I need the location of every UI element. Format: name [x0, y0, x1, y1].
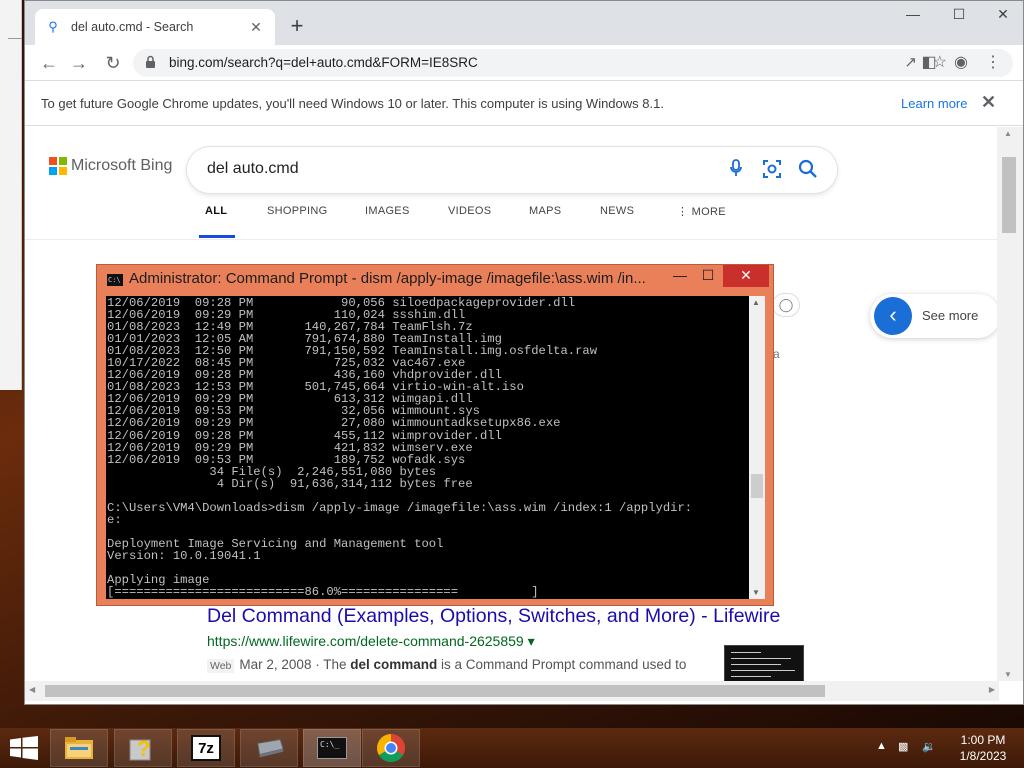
background-window[interactable]	[0, 0, 22, 390]
tab-shopping[interactable]: SHOPPING	[267, 205, 327, 217]
infobar-message: To get future Google Chrome updates, you…	[41, 96, 664, 111]
cmd-scroll-thumb[interactable]	[751, 474, 763, 498]
taskbar-clock[interactable]: 1:00 PM 1/8/2023	[948, 732, 1018, 764]
tab-maps[interactable]: MAPS	[529, 205, 561, 217]
cmd-title-text: Administrator: Command Prompt - dism /ap…	[129, 270, 646, 287]
search-submit-icon[interactable]	[797, 159, 819, 181]
minimize-button[interactable]: —	[891, 1, 935, 29]
page-horizontal-scrollbar[interactable]: ◀ ▶	[25, 681, 999, 701]
side-panel-icon[interactable]: ◧	[915, 49, 943, 77]
lightbulb-icon[interactable]: ◯	[772, 293, 800, 317]
console-output[interactable]: 12/06/2019 09:28 PM 90,056 siloedpackage…	[106, 296, 749, 599]
result-thumbnail[interactable]	[724, 645, 804, 681]
visual-search-icon[interactable]	[761, 159, 783, 181]
tab-title: del auto.cmd - Search	[71, 20, 194, 34]
active-tab-underline	[199, 235, 235, 238]
taskbar-file-explorer[interactable]	[50, 729, 108, 767]
folder-icon	[64, 734, 94, 762]
profile-avatar-icon[interactable]: ◉	[947, 49, 975, 77]
bing-logo[interactable]: Microsoft Bing	[49, 157, 172, 175]
tab-strip: ⚲ del auto.cmd - Search ✕ + — ☐ ✕	[25, 1, 1023, 45]
browser-toolbar: ← → ↻ bing.com/search?q=del+auto.cmd&FOR…	[25, 45, 1023, 81]
update-infobar: To get future Google Chrome updates, you…	[25, 82, 1023, 126]
address-bar[interactable]: bing.com/search?q=del+auto.cmd&FORM=IE8S…	[133, 49, 1013, 77]
start-button[interactable]	[10, 736, 38, 760]
tab-videos[interactable]: VIDEOS	[448, 205, 491, 217]
result-url[interactable]: https://www.lifewire.com/delete-command-…	[207, 633, 535, 650]
taskbar-chrome[interactable]	[362, 729, 420, 767]
side-panel-text: a	[773, 347, 780, 361]
web-badge: Web	[207, 659, 235, 673]
url-text[interactable]: bing.com/search?q=del+auto.cmd&FORM=IE8S…	[169, 55, 478, 70]
7zip-icon: 7z	[191, 735, 221, 761]
cmd-minimize-button[interactable]: —	[667, 265, 693, 287]
tab-all[interactable]: ALL	[205, 205, 227, 217]
bing-logo-text: Microsoft Bing	[71, 157, 173, 174]
result-title-link[interactable]: Del Command (Examples, Options, Switches…	[207, 605, 780, 628]
taskbar-command-prompt[interactable]: C:\_	[303, 729, 361, 767]
help-icon: ?	[128, 734, 158, 762]
command-prompt-window[interactable]: C:\ Administrator: Command Prompt - dism …	[96, 264, 774, 606]
cmd-scroll-up-icon[interactable]: ▲	[752, 298, 760, 307]
reload-icon[interactable]: ↻	[99, 49, 127, 77]
cmd-icon: C:\	[107, 274, 123, 286]
maximize-button[interactable]: ☐	[937, 1, 981, 29]
tab-images[interactable]: IMAGES	[365, 205, 410, 217]
tab-close-button[interactable]: ✕	[247, 19, 265, 36]
microsoft-logo-icon	[49, 157, 67, 175]
cmd-scrollbar[interactable]: ▲ ▼	[749, 296, 765, 599]
new-tab-button[interactable]: +	[283, 13, 311, 41]
taskbar: ? 7z C:\_ ▲ ▩ 🔉 1:00 PM 1/8/2023	[0, 728, 1024, 768]
chrome-icon	[376, 734, 406, 762]
cmd-taskbar-icon: C:\_	[317, 737, 347, 759]
chevron-left-icon: ‹	[874, 297, 912, 335]
volume-icon[interactable]: 🔉	[922, 740, 936, 753]
taskbar-7zip[interactable]: 7z	[177, 729, 235, 767]
infobar-close-icon[interactable]: ✕	[981, 92, 996, 113]
tray-chevron-icon[interactable]: ▲	[876, 740, 887, 752]
forward-icon[interactable]: →	[65, 49, 93, 77]
taskbar-drive[interactable]	[240, 729, 298, 767]
learn-more-link[interactable]: Learn more	[901, 96, 967, 111]
console-text: 12/06/2019 09:28 PM 90,056 siloedpackage…	[107, 296, 693, 599]
cmd-close-button[interactable]: ✕	[723, 265, 769, 287]
scroll-up-icon[interactable]: ▲	[1004, 129, 1012, 138]
tab-more[interactable]: ⋮ MORE	[677, 205, 726, 218]
see-more-button[interactable]: ‹ See more	[870, 294, 997, 338]
lock-icon	[145, 55, 157, 69]
page-vertical-scrollbar[interactable]: ▲ ▼	[997, 127, 1023, 681]
scroll-thumb[interactable]	[1002, 157, 1016, 233]
microphone-icon[interactable]	[725, 159, 747, 181]
search-input[interactable]: del auto.cmd	[207, 160, 299, 178]
svg-text:?: ?	[137, 736, 150, 761]
search-box[interactable]: del auto.cmd	[187, 147, 837, 193]
cmd-titlebar[interactable]: C:\ Administrator: Command Prompt - dism …	[107, 270, 667, 287]
network-icon[interactable]: ▩	[898, 740, 908, 753]
back-icon[interactable]: ←	[35, 49, 63, 77]
clock-time: 1:00 PM	[960, 733, 1006, 747]
hscroll-thumb[interactable]	[45, 685, 825, 697]
snippet-bold: del command	[350, 657, 438, 672]
see-more-label: See more	[922, 308, 979, 323]
snippet-rest: is a Command Prompt command used to	[437, 657, 687, 672]
snippet-date: Mar 2, 2008 · The	[239, 657, 351, 672]
taskbar-help[interactable]: ?	[114, 729, 172, 767]
scroll-right-icon[interactable]: ▶	[989, 685, 995, 694]
cmd-maximize-button[interactable]: ☐	[695, 265, 721, 287]
divider	[25, 239, 997, 240]
close-window-button[interactable]: ✕	[981, 1, 1024, 29]
clock-date: 1/8/2023	[959, 749, 1007, 763]
scroll-down-icon[interactable]: ▼	[1004, 670, 1012, 679]
browser-tab[interactable]: ⚲ del auto.cmd - Search ✕	[35, 9, 275, 45]
cmd-scroll-down-icon[interactable]: ▼	[752, 588, 760, 597]
result-snippet: Web Mar 2, 2008 · The del command is a Co…	[207, 657, 686, 673]
scroll-left-icon[interactable]: ◀	[29, 685, 35, 694]
search-icon: ⚲	[48, 19, 58, 34]
windows-logo-icon	[10, 736, 38, 760]
disk-drive-icon	[254, 734, 284, 762]
tab-news[interactable]: NEWS	[600, 205, 634, 217]
menu-kebab-icon[interactable]: ⋮	[979, 49, 1007, 77]
